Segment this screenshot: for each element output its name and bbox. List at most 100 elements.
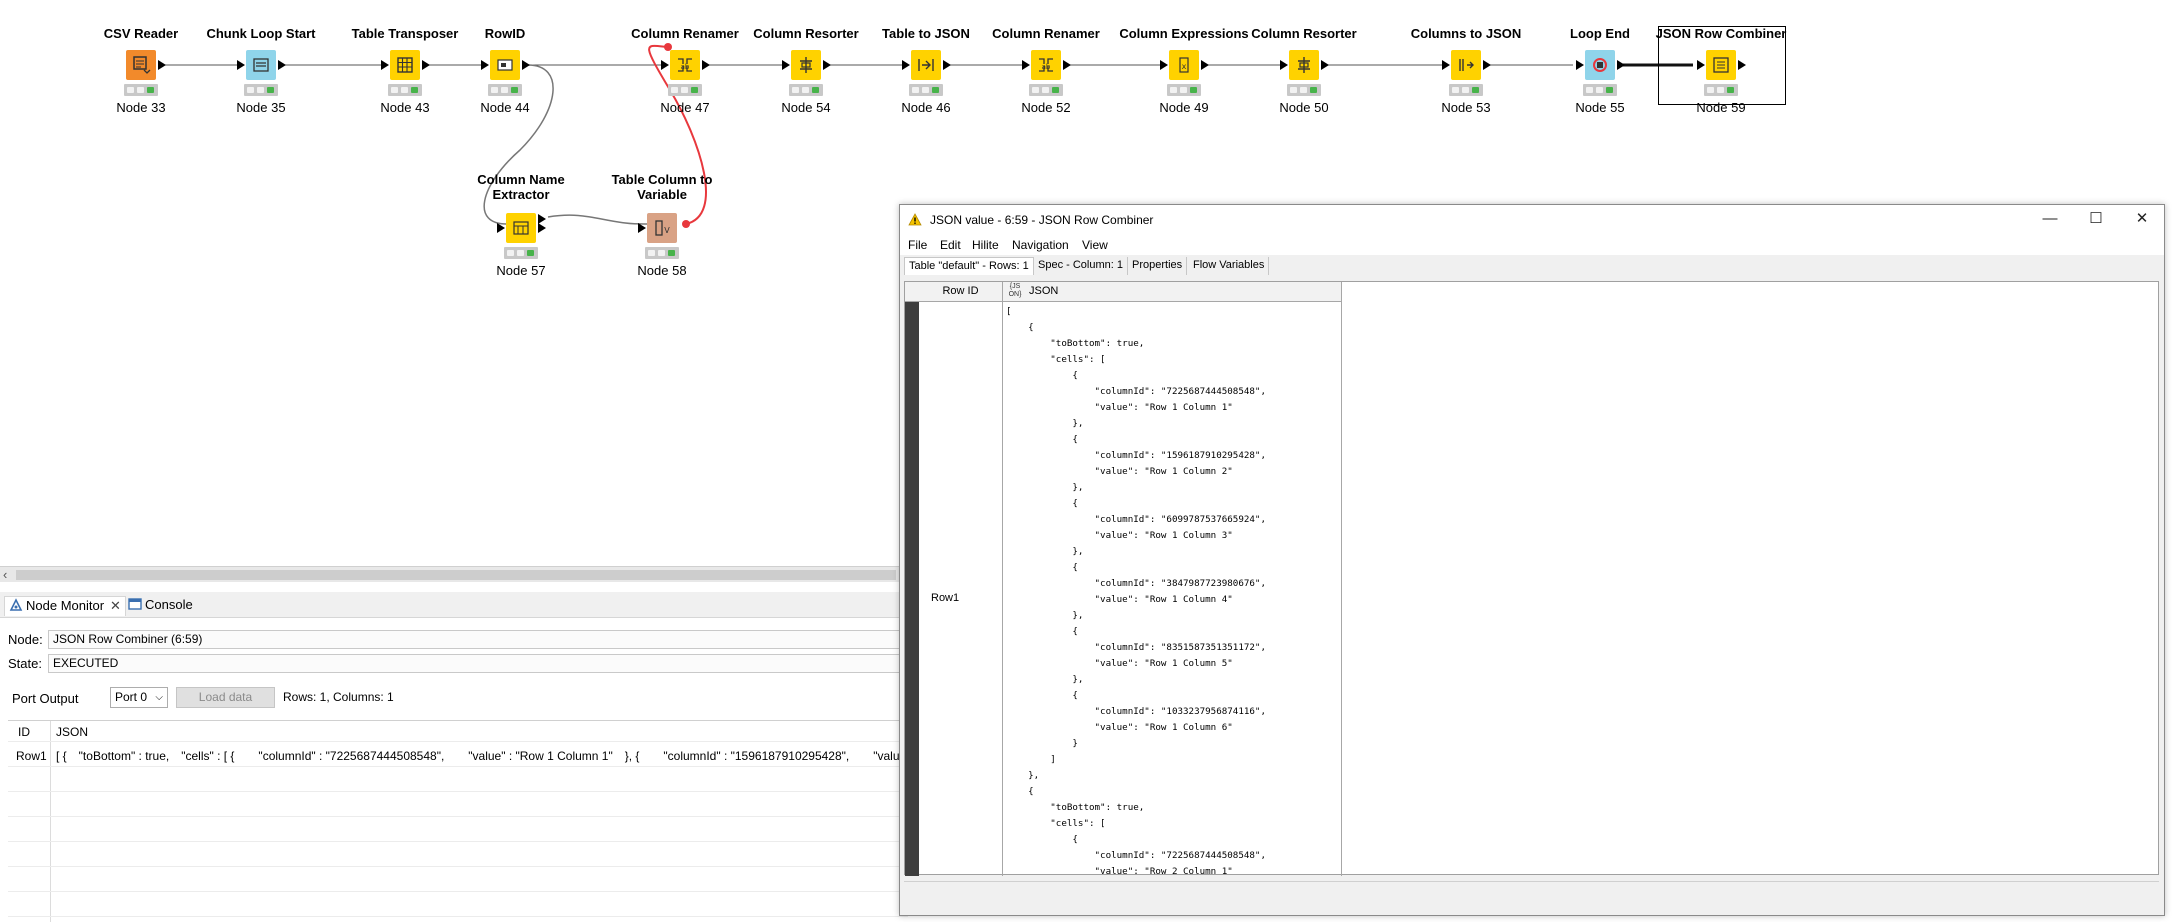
node-id-label[interactable]: Node 53 bbox=[1396, 100, 1536, 115]
canvas-horizontal-scrollbar[interactable]: ‹ bbox=[0, 566, 900, 582]
column-expressions-icon[interactable]: x bbox=[1169, 50, 1199, 80]
column-renamer-icon[interactable]: ab bbox=[1031, 50, 1061, 80]
output-port[interactable] bbox=[1201, 60, 1209, 70]
output-port[interactable] bbox=[943, 60, 951, 70]
scrollbar-thumb[interactable] bbox=[16, 570, 896, 580]
node-title[interactable]: Columns to JSON bbox=[1396, 26, 1536, 41]
output-port[interactable] bbox=[1321, 60, 1329, 70]
row-selection-bar[interactable] bbox=[905, 302, 919, 876]
output-port[interactable] bbox=[522, 60, 530, 70]
input-port[interactable] bbox=[1442, 60, 1450, 70]
menu-view[interactable]: View bbox=[1082, 238, 1108, 252]
csv-reader-icon[interactable] bbox=[126, 50, 156, 80]
input-port[interactable] bbox=[237, 60, 245, 70]
node-id-label[interactable]: Node 47 bbox=[615, 100, 755, 115]
node-id-label[interactable]: Node 44 bbox=[435, 100, 575, 115]
node-title[interactable]: Table to JSON bbox=[856, 26, 996, 41]
loop-start-icon[interactable] bbox=[246, 50, 276, 80]
output-port[interactable] bbox=[1063, 60, 1071, 70]
menu-hilite[interactable]: Hilite bbox=[972, 238, 999, 252]
json-value-cell[interactable]: [ { "toBottom": true, "cells": [ { "colu… bbox=[1004, 302, 1342, 876]
output-port[interactable] bbox=[278, 60, 286, 70]
input-port[interactable] bbox=[481, 60, 489, 70]
tab-spec[interactable]: Spec - Column: 1 bbox=[1034, 257, 1128, 275]
menu-file[interactable]: File bbox=[908, 238, 927, 252]
node-id-label[interactable]: Node 55 bbox=[1530, 100, 1670, 115]
table-to-json-icon[interactable] bbox=[911, 50, 941, 80]
input-port[interactable] bbox=[782, 60, 790, 70]
load-data-button[interactable]: Load data bbox=[176, 687, 275, 708]
maximize-button[interactable]: ☐ bbox=[2074, 208, 2118, 232]
tab-node-monitor[interactable]: Node Monitor ✕ bbox=[4, 596, 126, 616]
rowid-icon[interactable] bbox=[490, 50, 520, 80]
column-resorter-icon[interactable] bbox=[1289, 50, 1319, 80]
port-output-table[interactable]: ID JSON Row1 [ { "toBottom" : true, "cel… bbox=[8, 720, 908, 922]
node-id-label[interactable]: Node 54 bbox=[736, 100, 876, 115]
node-title[interactable]: Column Renamer bbox=[976, 26, 1116, 41]
input-port[interactable] bbox=[497, 223, 505, 233]
output-port[interactable] bbox=[823, 60, 831, 70]
table-header-id: ID bbox=[18, 725, 30, 739]
column-resorter-icon[interactable] bbox=[791, 50, 821, 80]
output-port[interactable] bbox=[158, 60, 166, 70]
node-id-label[interactable]: Node 46 bbox=[856, 100, 996, 115]
output-port[interactable] bbox=[702, 60, 710, 70]
table-row-json[interactable]: [ { "toBottom" : true, "cells" : [ { "co… bbox=[56, 749, 908, 763]
row-id-cell[interactable]: Row1 bbox=[919, 302, 1003, 876]
node-title[interactable]: Column Resorter bbox=[1234, 26, 1374, 41]
tab-flow-variables[interactable]: Flow Variables bbox=[1189, 257, 1270, 275]
output-port[interactable] bbox=[1483, 60, 1491, 70]
node-title[interactable]: CSV Reader bbox=[71, 26, 211, 41]
input-port[interactable] bbox=[902, 60, 910, 70]
input-port[interactable] bbox=[638, 223, 646, 233]
output-port[interactable] bbox=[422, 60, 430, 70]
node-title[interactable]: RowID bbox=[435, 26, 575, 41]
output-port[interactable] bbox=[538, 223, 546, 233]
node-title[interactable]: Column Expressions bbox=[1114, 26, 1254, 41]
close-icon[interactable]: ✕ bbox=[110, 598, 121, 613]
tab-table-default[interactable]: Table "default" - Rows: 1 bbox=[904, 257, 1034, 275]
menu-navigation[interactable]: Navigation bbox=[1012, 238, 1069, 252]
menu-edit[interactable]: Edit bbox=[940, 238, 961, 252]
node-id-label[interactable]: Node 35 bbox=[191, 100, 331, 115]
node-title[interactable]: Loop End bbox=[1530, 26, 1670, 41]
node-id-label[interactable]: Node 52 bbox=[976, 100, 1116, 115]
node-title[interactable]: Column Renamer bbox=[615, 26, 755, 41]
input-port[interactable] bbox=[661, 60, 669, 70]
close-window-button[interactable]: ✕ bbox=[2120, 208, 2164, 232]
input-port[interactable] bbox=[1576, 60, 1584, 70]
node-id-label[interactable]: Node 49 bbox=[1114, 100, 1254, 115]
node-title[interactable]: Table Column to Variable bbox=[607, 172, 717, 202]
node-title[interactable]: Chunk Loop Start bbox=[191, 26, 331, 41]
node-title[interactable]: Column Resorter bbox=[736, 26, 876, 41]
input-port[interactable] bbox=[1280, 60, 1288, 70]
node-id-label[interactable]: Node 33 bbox=[71, 100, 211, 115]
columns-to-json-icon[interactable] bbox=[1451, 50, 1481, 80]
input-port[interactable] bbox=[381, 60, 389, 70]
json-table-view[interactable]: Row ID {JS ON} JSON Row1 [ { "toBottom":… bbox=[904, 281, 2159, 876]
node-status-light bbox=[909, 84, 943, 96]
loop-end-icon[interactable] bbox=[1585, 50, 1615, 80]
minimize-button[interactable]: — bbox=[2028, 208, 2072, 232]
node-id-label[interactable]: Node 57 bbox=[451, 263, 591, 278]
node-status-light bbox=[1167, 84, 1201, 96]
scroll-left-icon[interactable]: ‹ bbox=[3, 567, 7, 582]
column-renamer-icon[interactable]: ab bbox=[670, 50, 700, 80]
header-json[interactable]: JSON bbox=[1003, 282, 1342, 302]
node-id-label[interactable]: Node 50 bbox=[1234, 100, 1374, 115]
output-port[interactable] bbox=[1617, 60, 1625, 70]
column-name-extractor-icon[interactable] bbox=[506, 213, 536, 243]
svg-text:x: x bbox=[1182, 62, 1187, 71]
node-id-label[interactable]: Node 58 bbox=[592, 263, 732, 278]
tab-properties[interactable]: Properties bbox=[1128, 257, 1188, 275]
port-select[interactable]: Port 0 ⌵ bbox=[110, 687, 168, 708]
table-column-to-variable-icon[interactable]: V bbox=[647, 213, 677, 243]
table-transposer-icon[interactable] bbox=[390, 50, 420, 80]
output-port[interactable] bbox=[538, 214, 546, 224]
input-port[interactable] bbox=[1022, 60, 1030, 70]
window-titlebar[interactable]: JSON value - 6:59 - JSON Row Combiner — … bbox=[900, 205, 2164, 235]
tab-console[interactable]: Console bbox=[128, 596, 193, 616]
input-port[interactable] bbox=[1160, 60, 1168, 70]
node-title[interactable]: Column Name Extractor bbox=[466, 172, 576, 202]
header-row-id[interactable]: Row ID bbox=[919, 282, 1003, 302]
